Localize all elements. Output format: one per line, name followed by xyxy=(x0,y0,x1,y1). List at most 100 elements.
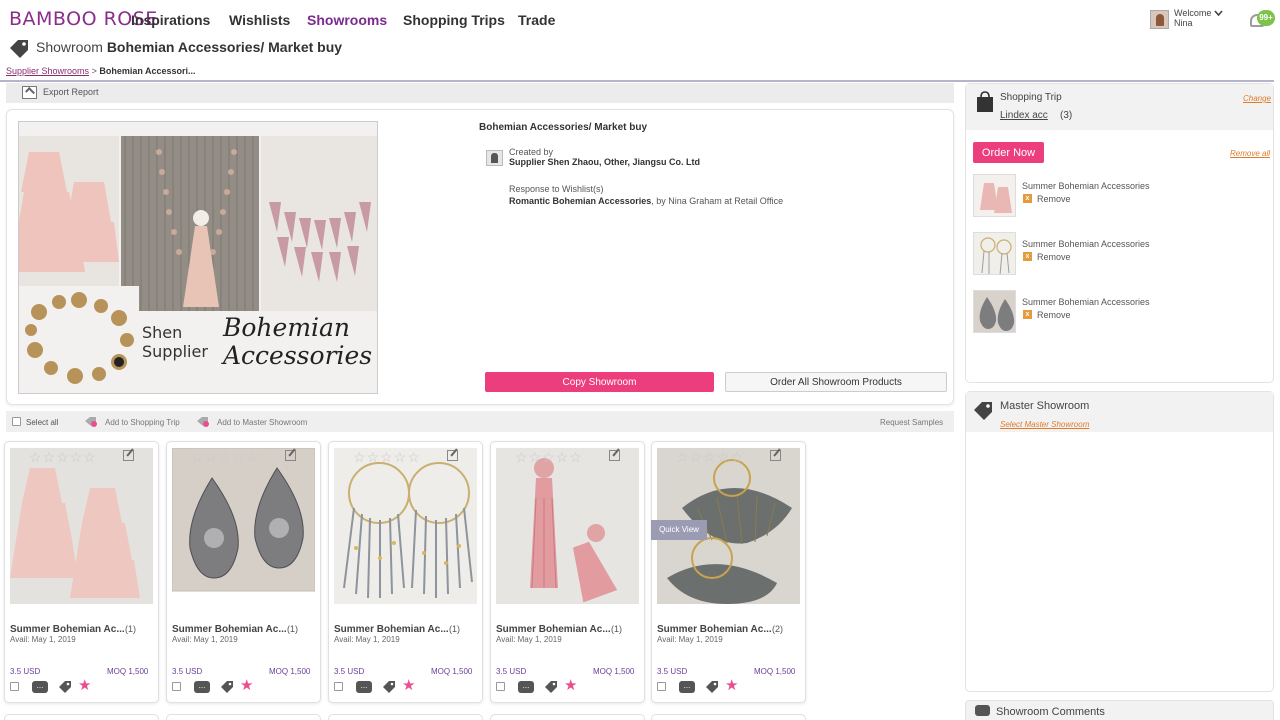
rating-stars[interactable]: ☆☆☆☆☆ xyxy=(353,450,421,464)
nav-trade[interactable]: Trade xyxy=(518,12,555,28)
product-image[interactable] xyxy=(10,448,153,604)
user-name: Nina xyxy=(1174,18,1193,28)
favorite-star-icon[interactable]: ★ xyxy=(402,678,415,693)
chat-icon[interactable]: ... xyxy=(356,681,372,693)
shopping-trip-name[interactable]: Lindex acc xyxy=(1000,110,1048,121)
export-icon[interactable] xyxy=(22,86,37,99)
product-name[interactable]: Summer Bohemian Ac... xyxy=(334,624,449,635)
product-card[interactable]: ☆☆☆☆☆ Summer Bohemian Ac... (1) Avail: M… xyxy=(490,441,645,703)
product-moq: MOQ 1,500 xyxy=(269,667,311,676)
product-name[interactable]: Summer Bohemian Ac... xyxy=(10,624,125,635)
edit-note-icon[interactable] xyxy=(770,450,781,461)
edit-note-icon[interactable] xyxy=(285,450,296,461)
cover-caption-left-2: Supplier xyxy=(142,342,208,361)
product-checkbox[interactable] xyxy=(334,682,343,691)
favorite-star-icon[interactable]: ★ xyxy=(564,678,577,693)
trip-item-thumbnail[interactable] xyxy=(973,174,1016,217)
trip-item-thumbnail[interactable] xyxy=(973,232,1016,275)
nav-inspirations[interactable]: Inspirations xyxy=(131,12,210,28)
product-price: 3.5 USD xyxy=(657,667,688,676)
product-card[interactable]: ☆☆☆☆☆ Summer Bohemian Ac... (1) Avail: M… xyxy=(166,441,321,703)
remove-icon[interactable]: x xyxy=(1023,252,1032,261)
copy-showroom-button[interactable]: Copy Showroom xyxy=(485,372,714,392)
response-wishlist-name[interactable]: Romantic Bohemian Accessories xyxy=(509,196,651,206)
product-card[interactable]: ☆☆☆☆☆ Summer Bohemian Ac... (2) Avail: M… xyxy=(651,441,806,703)
nav-showrooms[interactable]: Showrooms xyxy=(307,12,387,28)
breadcrumb-supplier-showrooms[interactable]: Supplier Showrooms xyxy=(6,66,89,76)
edit-note-icon[interactable] xyxy=(123,450,134,461)
request-samples-button[interactable]: Request Samples xyxy=(880,418,943,427)
master-showroom-title: Master Showroom xyxy=(1000,400,1090,412)
chat-icon[interactable]: ... xyxy=(32,681,48,693)
rating-stars[interactable]: ☆☆☆☆☆ xyxy=(676,450,744,464)
favorite-star-icon[interactable]: ★ xyxy=(78,678,91,693)
tag-icon[interactable] xyxy=(382,680,396,693)
showroom-comments-label[interactable]: Showroom Comments xyxy=(996,706,1105,718)
select-all-checkbox[interactable] xyxy=(12,417,21,426)
quick-view-button[interactable]: Quick View xyxy=(651,520,707,540)
select-all-label[interactable]: Select all xyxy=(26,418,58,427)
trip-item-name[interactable]: Summer Bohemian Accessories xyxy=(1022,239,1150,249)
breadcrumb-separator: > xyxy=(91,66,97,76)
tag-icon[interactable] xyxy=(220,680,234,693)
rating-stars[interactable]: ☆☆☆☆☆ xyxy=(191,450,259,464)
page-title-name: Bohemian Accessories/ Market buy xyxy=(106,39,343,55)
trip-item-name[interactable]: Summer Bohemian Accessories xyxy=(1022,181,1150,191)
rating-stars[interactable]: ☆☆☆☆☆ xyxy=(515,450,583,464)
product-quantity: (1) xyxy=(125,624,136,634)
product-card[interactable]: ☆☆☆☆☆ Summer Bohemian Ac... (1) Avail: M… xyxy=(4,441,159,703)
add-to-master-showroom-button[interactable]: Add to Master Showroom xyxy=(217,418,307,427)
product-checkbox[interactable] xyxy=(172,682,181,691)
edit-note-icon[interactable] xyxy=(609,450,620,461)
master-showroom-tag-icon xyxy=(972,400,996,420)
showroom-title: Bohemian Accessories/ Market buy xyxy=(479,122,648,133)
showroom-comments-bar[interactable]: Showroom Comments xyxy=(965,700,1274,720)
change-trip-link[interactable]: Change xyxy=(1243,94,1271,103)
product-checkbox[interactable] xyxy=(496,682,505,691)
product-name[interactable]: Summer Bohemian Ac... xyxy=(657,624,772,635)
nav-shopping-trips[interactable]: Shopping Trips xyxy=(403,12,505,28)
product-moq: MOQ 1,500 xyxy=(431,667,473,676)
trip-item: Summer Bohemian Accessories x Remove xyxy=(973,174,1268,218)
creator-avatar xyxy=(486,150,503,166)
edit-note-icon[interactable] xyxy=(447,450,458,461)
trip-item-thumbnail[interactable] xyxy=(973,290,1016,333)
add-to-shopping-trip-button[interactable]: Add to Shopping Trip xyxy=(105,418,180,427)
user-menu[interactable]: Welcome Nina xyxy=(1150,8,1230,32)
remove-item-button[interactable]: Remove xyxy=(1037,194,1071,204)
product-image[interactable] xyxy=(496,448,639,604)
product-checkbox[interactable] xyxy=(10,682,19,691)
remove-icon[interactable]: x xyxy=(1023,194,1032,203)
cover-caption-right: Bohemian Accessories xyxy=(223,314,372,370)
nav-wishlists[interactable]: Wishlists xyxy=(229,12,290,28)
remove-icon[interactable]: x xyxy=(1023,310,1032,319)
remove-item-button[interactable]: Remove xyxy=(1037,310,1071,320)
notifications-bell[interactable]: 99+ xyxy=(1250,10,1275,30)
chat-icon[interactable]: ... xyxy=(518,681,534,693)
remove-all-link[interactable]: Remove all xyxy=(1230,149,1270,158)
page-title: Showroom Bohemian Accessories/ Market bu… xyxy=(36,39,342,55)
product-card[interactable]: ☆☆☆☆☆ Summer Bohemian Ac... (1) Avail: M… xyxy=(328,441,483,703)
trip-item-name[interactable]: Summer Bohemian Accessories xyxy=(1022,297,1150,307)
rating-stars[interactable]: ☆☆☆☆☆ xyxy=(29,450,97,464)
response-wishlist-detail: , by Nina Graham at Retail Office xyxy=(651,196,784,206)
product-checkbox[interactable] xyxy=(657,682,666,691)
product-name[interactable]: Summer Bohemian Ac... xyxy=(172,624,287,635)
favorite-star-icon[interactable]: ★ xyxy=(240,678,253,693)
export-report-button[interactable]: Export Report xyxy=(43,87,99,97)
order-now-button[interactable]: Order Now xyxy=(973,142,1044,163)
product-quantity: (1) xyxy=(287,624,298,634)
product-image[interactable] xyxy=(172,448,315,604)
product-image[interactable] xyxy=(334,448,477,604)
remove-item-button[interactable]: Remove xyxy=(1037,252,1071,262)
tag-icon[interactable] xyxy=(58,680,72,693)
shopping-trip-add-icon xyxy=(84,416,97,427)
chat-icon[interactable]: ... xyxy=(194,681,210,693)
chat-icon[interactable]: ... xyxy=(679,681,695,693)
favorite-star-icon[interactable]: ★ xyxy=(725,678,738,693)
select-master-showroom-link[interactable]: Select Master Showroom xyxy=(1000,420,1089,429)
order-all-products-button[interactable]: Order All Showroom Products xyxy=(725,372,947,392)
product-name[interactable]: Summer Bohemian Ac... xyxy=(496,624,611,635)
tag-icon[interactable] xyxy=(544,680,558,693)
tag-icon[interactable] xyxy=(705,680,719,693)
